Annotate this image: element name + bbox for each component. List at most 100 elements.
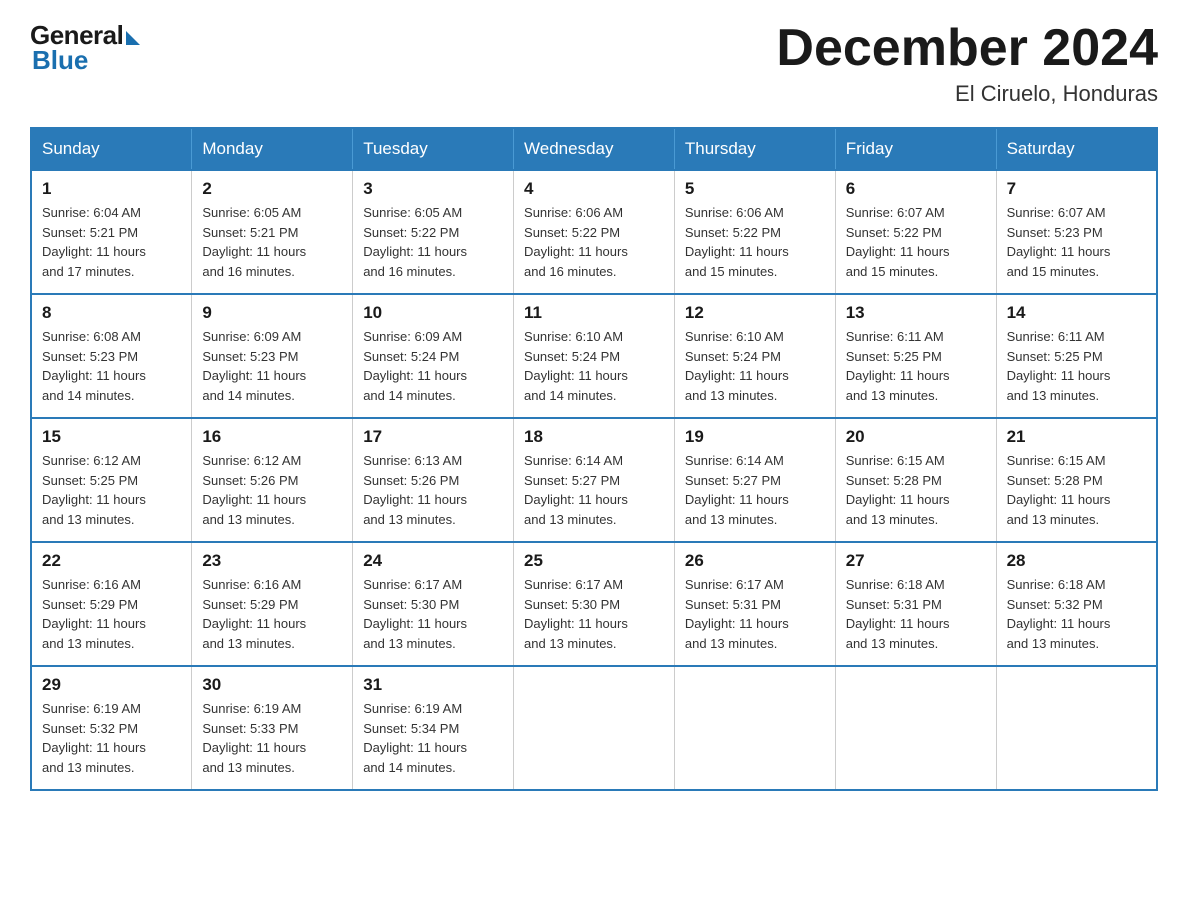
calendar-day-cell: 19 Sunrise: 6:14 AMSunset: 5:27 PMDayligh… — [674, 418, 835, 542]
logo-blue-text: Blue — [32, 45, 88, 76]
calendar-week-row: 15 Sunrise: 6:12 AMSunset: 5:25 PMDayligh… — [31, 418, 1157, 542]
calendar-day-cell — [514, 666, 675, 790]
day-number: 21 — [1007, 427, 1146, 447]
calendar-day-cell: 5Sunrise: 6:06 AMSunset: 5:22 PMDaylight… — [674, 170, 835, 294]
calendar-day-cell — [835, 666, 996, 790]
calendar-day-cell: 1Sunrise: 6:04 AMSunset: 5:21 PMDaylight… — [31, 170, 192, 294]
header-friday: Friday — [835, 128, 996, 170]
day-info: Sunrise: 6:11 AMSunset: 5:25 PMDaylight:… — [846, 327, 986, 405]
day-number: 29 — [42, 675, 181, 695]
calendar-day-cell: 27 Sunrise: 6:18 AMSunset: 5:31 PMDayligh… — [835, 542, 996, 666]
calendar-day-cell: 13 Sunrise: 6:11 AMSunset: 5:25 PMDayligh… — [835, 294, 996, 418]
day-info: Sunrise: 6:17 AMSunset: 5:30 PMDaylight:… — [524, 575, 664, 653]
day-info: Sunrise: 6:19 AMSunset: 5:34 PMDaylight:… — [363, 699, 503, 777]
day-info: Sunrise: 6:11 AMSunset: 5:25 PMDaylight:… — [1007, 327, 1146, 405]
calendar-week-row: 8 Sunrise: 6:08 AMSunset: 5:23 PMDaylight… — [31, 294, 1157, 418]
calendar-day-cell: 6Sunrise: 6:07 AMSunset: 5:22 PMDaylight… — [835, 170, 996, 294]
day-number: 16 — [202, 427, 342, 447]
day-info: Sunrise: 6:13 AMSunset: 5:26 PMDaylight:… — [363, 451, 503, 529]
day-number: 13 — [846, 303, 986, 323]
calendar-day-cell: 31 Sunrise: 6:19 AMSunset: 5:34 PMDayligh… — [353, 666, 514, 790]
day-number: 3 — [363, 179, 503, 199]
calendar-day-cell: 30 Sunrise: 6:19 AMSunset: 5:33 PMDayligh… — [192, 666, 353, 790]
day-info: Sunrise: 6:07 AMSunset: 5:23 PMDaylight:… — [1007, 203, 1146, 281]
calendar-table: Sunday Monday Tuesday Wednesday Thursday… — [30, 127, 1158, 791]
calendar-week-row: 29 Sunrise: 6:19 AMSunset: 5:32 PMDayligh… — [31, 666, 1157, 790]
day-number: 20 — [846, 427, 986, 447]
calendar-day-cell: 16 Sunrise: 6:12 AMSunset: 5:26 PMDayligh… — [192, 418, 353, 542]
day-info: Sunrise: 6:17 AMSunset: 5:30 PMDaylight:… — [363, 575, 503, 653]
day-info: Sunrise: 6:19 AMSunset: 5:33 PMDaylight:… — [202, 699, 342, 777]
day-number: 28 — [1007, 551, 1146, 571]
day-number: 5 — [685, 179, 825, 199]
weekday-header-row: Sunday Monday Tuesday Wednesday Thursday… — [31, 128, 1157, 170]
day-info: Sunrise: 6:18 AMSunset: 5:32 PMDaylight:… — [1007, 575, 1146, 653]
calendar-day-cell: 25Sunrise: 6:17 AMSunset: 5:30 PMDayligh… — [514, 542, 675, 666]
calendar-week-row: 1Sunrise: 6:04 AMSunset: 5:21 PMDaylight… — [31, 170, 1157, 294]
calendar-day-cell: 4 Sunrise: 6:06 AMSunset: 5:22 PMDaylight… — [514, 170, 675, 294]
day-info: Sunrise: 6:18 AMSunset: 5:31 PMDaylight:… — [846, 575, 986, 653]
day-number: 19 — [685, 427, 825, 447]
day-info: Sunrise: 6:12 AMSunset: 5:26 PMDaylight:… — [202, 451, 342, 529]
logo: General Blue — [30, 20, 140, 76]
calendar-day-cell: 26 Sunrise: 6:17 AMSunset: 5:31 PMDayligh… — [674, 542, 835, 666]
calendar-day-cell: 3Sunrise: 6:05 AMSunset: 5:22 PMDaylight… — [353, 170, 514, 294]
calendar-day-cell — [996, 666, 1157, 790]
day-info: Sunrise: 6:16 AMSunset: 5:29 PMDaylight:… — [42, 575, 181, 653]
calendar-day-cell: 11Sunrise: 6:10 AMSunset: 5:24 PMDayligh… — [514, 294, 675, 418]
day-number: 14 — [1007, 303, 1146, 323]
calendar-day-cell: 12Sunrise: 6:10 AMSunset: 5:24 PMDayligh… — [674, 294, 835, 418]
title-section: December 2024 El Ciruelo, Honduras — [776, 20, 1158, 107]
day-number: 12 — [685, 303, 825, 323]
header-tuesday: Tuesday — [353, 128, 514, 170]
header-monday: Monday — [192, 128, 353, 170]
day-number: 8 — [42, 303, 181, 323]
day-info: Sunrise: 6:06 AMSunset: 5:22 PMDaylight:… — [524, 203, 664, 281]
day-number: 2 — [202, 179, 342, 199]
day-info: Sunrise: 6:09 AMSunset: 5:24 PMDaylight:… — [363, 327, 503, 405]
day-number: 11 — [524, 303, 664, 323]
calendar-body: 1Sunrise: 6:04 AMSunset: 5:21 PMDaylight… — [31, 170, 1157, 790]
day-info: Sunrise: 6:15 AMSunset: 5:28 PMDaylight:… — [1007, 451, 1146, 529]
header-thursday: Thursday — [674, 128, 835, 170]
calendar-day-cell: 17 Sunrise: 6:13 AMSunset: 5:26 PMDayligh… — [353, 418, 514, 542]
calendar-day-cell: 24 Sunrise: 6:17 AMSunset: 5:30 PMDayligh… — [353, 542, 514, 666]
day-number: 22 — [42, 551, 181, 571]
day-info: Sunrise: 6:14 AMSunset: 5:27 PMDaylight:… — [524, 451, 664, 529]
day-info: Sunrise: 6:08 AMSunset: 5:23 PMDaylight:… — [42, 327, 181, 405]
calendar-day-cell: 21 Sunrise: 6:15 AMSunset: 5:28 PMDayligh… — [996, 418, 1157, 542]
day-number: 26 — [685, 551, 825, 571]
location-title: El Ciruelo, Honduras — [776, 81, 1158, 107]
day-number: 15 — [42, 427, 181, 447]
day-number: 17 — [363, 427, 503, 447]
calendar-day-cell: 23Sunrise: 6:16 AMSunset: 5:29 PMDayligh… — [192, 542, 353, 666]
day-number: 24 — [363, 551, 503, 571]
day-number: 23 — [202, 551, 342, 571]
calendar-header: Sunday Monday Tuesday Wednesday Thursday… — [31, 128, 1157, 170]
header-wednesday: Wednesday — [514, 128, 675, 170]
day-number: 30 — [202, 675, 342, 695]
day-info: Sunrise: 6:05 AMSunset: 5:21 PMDaylight:… — [202, 203, 342, 281]
day-info: Sunrise: 6:15 AMSunset: 5:28 PMDaylight:… — [846, 451, 986, 529]
calendar-day-cell: 15 Sunrise: 6:12 AMSunset: 5:25 PMDayligh… — [31, 418, 192, 542]
month-title: December 2024 — [776, 20, 1158, 77]
day-number: 10 — [363, 303, 503, 323]
calendar-day-cell: 20 Sunrise: 6:15 AMSunset: 5:28 PMDayligh… — [835, 418, 996, 542]
calendar-day-cell: 7 Sunrise: 6:07 AMSunset: 5:23 PMDaylight… — [996, 170, 1157, 294]
calendar-day-cell: 22 Sunrise: 6:16 AMSunset: 5:29 PMDayligh… — [31, 542, 192, 666]
calendar-day-cell: 29 Sunrise: 6:19 AMSunset: 5:32 PMDayligh… — [31, 666, 192, 790]
day-number: 7 — [1007, 179, 1146, 199]
day-number: 4 — [524, 179, 664, 199]
day-number: 27 — [846, 551, 986, 571]
day-info: Sunrise: 6:19 AMSunset: 5:32 PMDaylight:… — [42, 699, 181, 777]
day-info: Sunrise: 6:14 AMSunset: 5:27 PMDaylight:… — [685, 451, 825, 529]
header-sunday: Sunday — [31, 128, 192, 170]
page-header: General Blue December 2024 El Ciruelo, H… — [30, 20, 1158, 107]
calendar-day-cell — [674, 666, 835, 790]
day-info: Sunrise: 6:17 AMSunset: 5:31 PMDaylight:… — [685, 575, 825, 653]
day-info: Sunrise: 6:12 AMSunset: 5:25 PMDaylight:… — [42, 451, 181, 529]
calendar-day-cell: 9Sunrise: 6:09 AMSunset: 5:23 PMDaylight… — [192, 294, 353, 418]
day-number: 18 — [524, 427, 664, 447]
day-info: Sunrise: 6:07 AMSunset: 5:22 PMDaylight:… — [846, 203, 986, 281]
day-number: 31 — [363, 675, 503, 695]
